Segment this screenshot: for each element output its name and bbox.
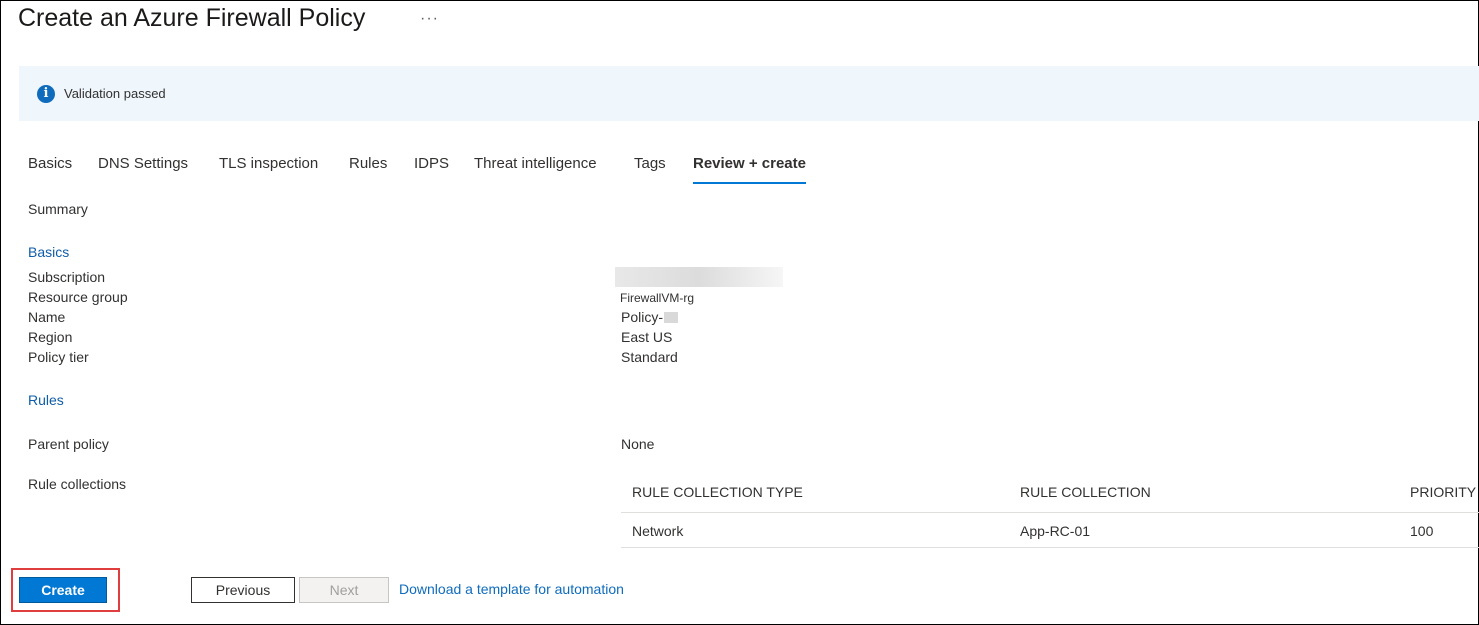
table-cell-collection: App-RC-01	[1020, 523, 1091, 539]
tab-tags[interactable]: Tags	[634, 155, 666, 172]
column-header-rule-collection[interactable]: RULE COLLECTION	[1020, 484, 1151, 500]
column-header-priority[interactable]: PRIORITY	[1410, 484, 1476, 500]
create-button[interactable]: Create	[19, 577, 107, 603]
parent-policy-label: Parent policy	[28, 436, 109, 452]
tab-review-create[interactable]: Review + create	[693, 155, 806, 184]
name-value-text: Policy-	[621, 309, 664, 325]
column-header-rule-collection-type[interactable]: RULE COLLECTION TYPE	[632, 484, 803, 500]
region-value: East US	[621, 329, 673, 345]
policy-tier-value: Standard	[621, 349, 678, 365]
subscription-value-redacted	[615, 267, 783, 287]
tab-threat-intelligence[interactable]: Threat intelligence	[474, 155, 597, 172]
next-button: Next	[299, 577, 389, 603]
summary-heading: Summary	[28, 201, 88, 217]
table-cell-type: Network	[632, 523, 684, 539]
info-icon: i	[37, 84, 55, 103]
previous-button[interactable]: Previous	[191, 577, 295, 603]
basics-section-heading: Basics	[28, 244, 70, 260]
parent-policy-value: None	[621, 436, 655, 452]
policy-tier-label: Policy tier	[28, 349, 89, 365]
resource-group-value: FirewallVM-rg	[620, 291, 695, 305]
subscription-label: Subscription	[28, 269, 106, 285]
tab-idps[interactable]: IDPS	[414, 155, 449, 172]
name-value-redacted	[664, 312, 679, 323]
name-value: Policy-	[621, 309, 679, 325]
tab-rules[interactable]: Rules	[349, 155, 387, 172]
resource-group-label: Resource group	[28, 289, 128, 305]
table-row-divider	[621, 547, 1479, 548]
region-label: Region	[28, 329, 73, 345]
more-options-icon[interactable]: ···	[420, 10, 439, 28]
tab-basics[interactable]: Basics	[28, 155, 72, 172]
table-header-divider	[621, 512, 1479, 513]
name-label: Name	[28, 309, 66, 325]
tab-dns-settings[interactable]: DNS Settings	[98, 155, 188, 172]
rules-section-heading: Rules	[28, 392, 64, 408]
page-title: Create an Azure Firewall Policy	[18, 4, 366, 32]
rule-collections-label: Rule collections	[28, 476, 127, 492]
download-template-link[interactable]: Download a template for automation	[399, 581, 624, 597]
validation-banner: i Validation passed	[19, 66, 1479, 121]
validation-message: Validation passed	[64, 86, 166, 101]
table-cell-priority: 100	[1410, 523, 1434, 539]
tab-tls-inspection[interactable]: TLS inspection	[219, 155, 318, 172]
